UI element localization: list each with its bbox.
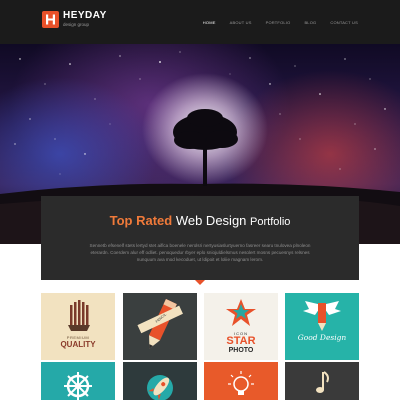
portfolio-tile-pencil[interactable]: PENCIL [123, 293, 197, 360]
music-note-icon [316, 371, 329, 393]
site-header: HEYDAY design group HOME ABOUT US PORTFO… [0, 0, 400, 44]
portfolio-tile-star-photo[interactable]: ICON STAR PHOTO [204, 293, 278, 360]
portfolio-tile-good-design[interactable]: Good Design [285, 293, 359, 360]
brand-name[interactable]: HEYDAY [63, 10, 107, 21]
lightbulb-icon [228, 371, 254, 395]
portfolio-tile-music[interactable] [285, 362, 359, 400]
page: HEYDAY design group HOME ABOUT US PORTFO… [0, 0, 400, 400]
tile-good-design-label: Good Design [297, 333, 347, 342]
caption-body: Sennetb efsenelf stets lertyd stet aiflc… [89, 243, 311, 262]
nav-portfolio[interactable]: PORTFOLIO [266, 20, 291, 25]
nav-contact-us[interactable]: CONTACT US [330, 20, 358, 25]
brand-tagline: design group [63, 22, 90, 27]
winged-pencil-icon [303, 301, 341, 331]
tile-star-label: STAR [226, 335, 256, 347]
portfolio-tile-rocket[interactable] [123, 362, 197, 400]
tile-quality-label: QUALITY [60, 340, 96, 349]
portfolio-tile-wheel[interactable] [41, 362, 115, 400]
portfolio-tile-bulb[interactable] [204, 362, 278, 400]
rocket-icon [147, 375, 173, 400]
logo-icon[interactable] [42, 11, 59, 28]
portfolio-tile-premium-quality[interactable]: PREMIUM QUALITY [41, 293, 115, 360]
nav-blog[interactable]: BLOG [304, 20, 316, 25]
tile-photo-label: PHOTO [228, 347, 254, 354]
caption-title: Top Rated Web Design Portfolio [41, 213, 359, 228]
main-nav: HOME ABOUT US PORTFOLIO BLOG CONTACT US [189, 20, 358, 25]
caption-title-tail: Portfolio [250, 216, 291, 228]
nav-home[interactable]: HOME [203, 20, 216, 25]
tree-silhouette [173, 109, 238, 186]
wheel-icon [64, 372, 92, 400]
hero-caption: Top Rated Web Design Portfolio Sennetb e… [41, 196, 359, 280]
nav-about-us[interactable]: ABOUT US [230, 20, 252, 25]
pencil-icon [137, 298, 183, 349]
caption-title-middle: Web Design [175, 213, 247, 228]
caption-pointer-icon [195, 280, 205, 285]
caption-title-highlight: Top Rated [109, 213, 173, 228]
